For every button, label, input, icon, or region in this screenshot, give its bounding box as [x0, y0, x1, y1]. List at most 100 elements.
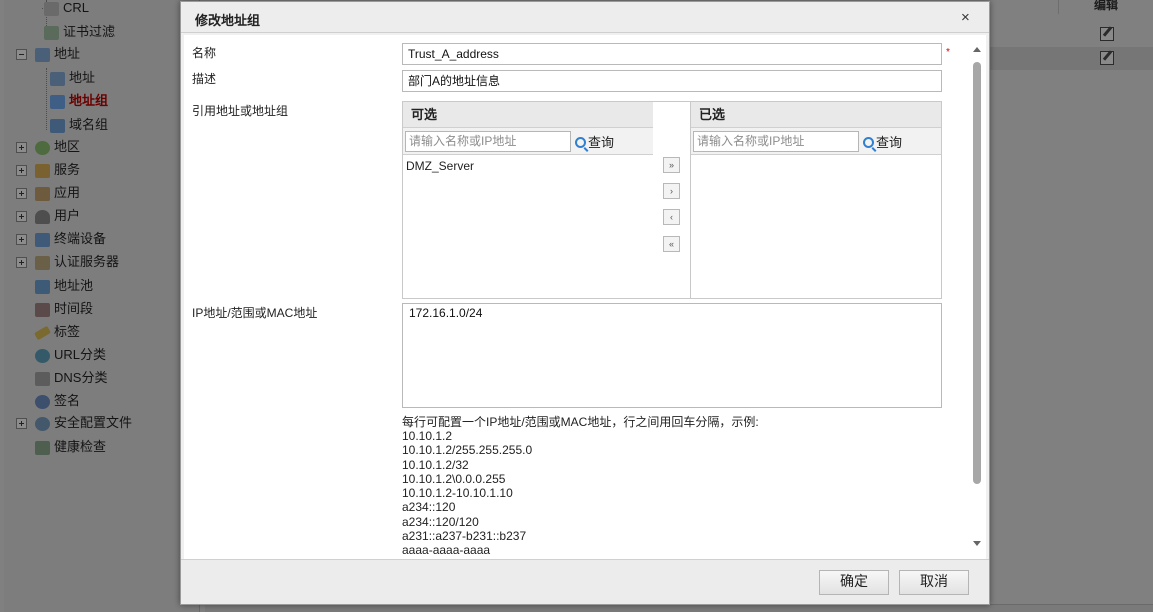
crl-icon	[44, 1, 59, 16]
tree-item-label: 地址池	[54, 278, 94, 293]
tree-item-label: 地址组	[69, 93, 109, 108]
selected-panel: 已选 请输入名称或IP地址 查询	[690, 101, 942, 299]
tree-item-label: 健康检查	[54, 439, 107, 454]
table-row[interactable]	[990, 23, 1153, 46]
tree-item-label: 地址	[69, 70, 96, 85]
required-marker: *	[946, 47, 950, 58]
expand-icon[interactable]	[16, 418, 27, 430]
selected-search-button[interactable]: 查询	[863, 132, 902, 151]
tree-item-address-object[interactable]: 地址	[50, 67, 95, 89]
ok-button[interactable]: 确定	[819, 570, 889, 595]
scroll-down-icon[interactable]	[973, 541, 981, 546]
tree-item-service[interactable]: 服务	[16, 159, 80, 181]
address-item-icon	[50, 71, 65, 86]
expand-icon[interactable]	[16, 165, 27, 177]
scroll-thumb[interactable]	[973, 62, 981, 484]
transfer-buttons: » › ‹ «	[653, 101, 691, 299]
address-icon	[35, 47, 50, 62]
tag-icon	[34, 325, 51, 340]
edit-column-header: 编辑	[1058, 0, 1153, 14]
tree-item-address-pool[interactable]: 地址池	[35, 275, 93, 297]
tree-item-terminal-device[interactable]: 终端设备	[16, 228, 106, 250]
table-row[interactable]	[990, 47, 1153, 70]
reference-label: 引用地址或地址组	[192, 104, 289, 118]
tree-item-signature[interactable]: 签名	[35, 390, 80, 412]
search-button-label: 查询	[876, 135, 903, 150]
available-search-bar: 请输入名称或IP地址 查询	[403, 128, 653, 155]
tree-item-dns-category[interactable]: DNS分类	[35, 367, 107, 389]
edit-icon[interactable]	[1100, 51, 1114, 65]
selected-panel-title: 已选	[691, 102, 941, 128]
sidebar: CRL 证书过滤 地址 地址 地址组 域名组 地区 服务 应用 用户 终端设备 …	[4, 0, 200, 612]
add-all-button[interactable]: »	[663, 157, 680, 173]
collapse-icon[interactable]	[16, 49, 27, 61]
expand-icon[interactable]	[16, 188, 27, 200]
selected-search-bar: 请输入名称或IP地址 查询	[691, 128, 941, 155]
address-group-icon	[50, 94, 65, 109]
tree-item-tag[interactable]: 标签	[34, 321, 80, 343]
expand-icon[interactable]	[16, 257, 27, 269]
selected-search-input[interactable]: 请输入名称或IP地址	[693, 131, 859, 152]
description-label: 描述	[192, 72, 217, 86]
user-icon	[35, 209, 50, 224]
tree-item-label: 终端设备	[54, 231, 107, 246]
scroll-up-icon[interactable]	[973, 47, 981, 52]
tree-item-region[interactable]: 地区	[16, 136, 80, 158]
ip-value: 172.16.1.0/24	[409, 306, 483, 320]
remove-button[interactable]: ‹	[663, 209, 680, 225]
tree-item-label: 应用	[54, 185, 81, 200]
signature-icon	[35, 394, 50, 409]
tree-item-address-group[interactable]: 地址组	[50, 90, 108, 112]
tree-item-label: 用户	[54, 208, 81, 223]
application-icon	[35, 186, 50, 201]
tree-item-url-category[interactable]: URL分类	[35, 344, 106, 366]
close-icon[interactable]: ×	[961, 9, 970, 26]
tree-item-address[interactable]: 地址	[16, 43, 80, 65]
edit-icon[interactable]	[1100, 27, 1114, 41]
health-check-icon	[35, 440, 50, 455]
expand-icon[interactable]	[16, 234, 27, 246]
edit-address-group-dialog: 修改地址组 × 名称 Trust_A_address * 描述 部门A的地址信息…	[180, 1, 990, 605]
tree-item-label: 服务	[54, 162, 81, 177]
terminal-device-icon	[35, 232, 50, 247]
tree-item-application[interactable]: 应用	[16, 182, 80, 204]
add-button[interactable]: ›	[663, 183, 680, 199]
tree-item-label: 地址	[54, 46, 81, 61]
search-icon	[575, 137, 586, 148]
dialog-body: 名称 Trust_A_address * 描述 部门A的地址信息 引用地址或地址…	[184, 35, 986, 559]
cancel-button[interactable]: 取消	[899, 570, 969, 595]
available-search-input[interactable]: 请输入名称或IP地址	[405, 131, 571, 152]
tree-item-security-profile[interactable]: 安全配置文件	[16, 412, 132, 434]
tree-item-user[interactable]: 用户	[16, 205, 80, 227]
tree-item-label: DNS分类	[54, 370, 108, 385]
expand-icon[interactable]	[16, 142, 27, 154]
list-item[interactable]: DMZ_Server	[403, 155, 653, 173]
remove-all-button[interactable]: «	[663, 236, 680, 252]
tree-item-domain-group[interactable]: 域名组	[50, 114, 108, 136]
tree-item-crl[interactable]: CRL	[44, 0, 89, 19]
search-icon	[863, 137, 874, 148]
tree-item-label: 安全配置文件	[54, 415, 133, 430]
tree-item-health-check[interactable]: 健康检查	[35, 436, 106, 458]
domain-group-icon	[50, 118, 65, 133]
scrollbar[interactable]	[970, 43, 984, 553]
expand-icon[interactable]	[16, 211, 27, 223]
name-label: 名称	[192, 46, 217, 60]
description-field[interactable]: 部门A的地址信息	[402, 70, 942, 92]
schedule-icon	[35, 302, 50, 317]
region-icon	[35, 140, 50, 155]
available-panel: 可选 请输入名称或IP地址 查询 DMZ_Server	[402, 101, 654, 299]
auth-server-icon	[35, 255, 50, 270]
tree-item-label: 地区	[54, 139, 81, 154]
hint-title: 每行可配置一个IP地址/范围或MAC地址，行之间用回车分隔，示例:	[402, 415, 759, 429]
tree-item-label: 时间段	[54, 301, 94, 316]
address-pool-icon	[35, 279, 50, 294]
name-field[interactable]: Trust_A_address	[402, 43, 942, 65]
tree-item-schedule[interactable]: 时间段	[35, 298, 93, 320]
service-icon	[35, 163, 50, 178]
tree-item-label: CRL	[63, 0, 90, 15]
available-search-button[interactable]: 查询	[575, 132, 614, 151]
ip-textarea[interactable]: 172.16.1.0/24	[402, 303, 942, 408]
tree-item-cert-filter[interactable]: 证书过滤	[44, 21, 115, 43]
tree-item-auth-server[interactable]: 认证服务器	[16, 251, 119, 273]
